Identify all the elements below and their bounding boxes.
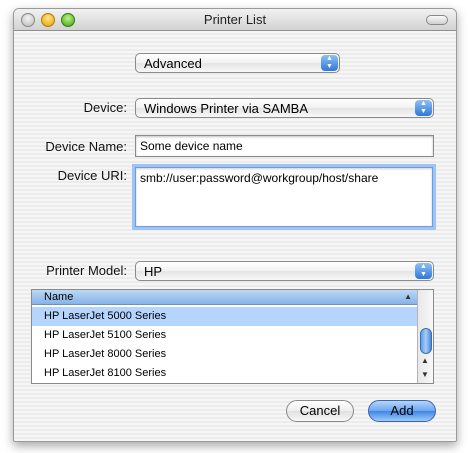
scroll-down-arrow-icon[interactable]: ▼ — [421, 370, 429, 379]
sort-ascending-icon: ▲ — [404, 292, 412, 301]
device-uri-label: Device URI: — [57, 168, 127, 183]
list-item[interactable]: HP LaserJet 8000 Series — [32, 345, 418, 364]
popup-arrows-icon: ▲ ▼ — [321, 55, 338, 71]
printer-list-window: Printer List Advanced ▲ ▼ Device: Windows… — [13, 8, 457, 442]
list-item[interactable]: HP LaserJet 5100 Series — [32, 326, 418, 345]
list-item-label: HP LaserJet 5100 Series — [44, 329, 167, 341]
list-item[interactable]: HP LaserJet 5000 Series — [32, 307, 418, 326]
column-header-label: Name — [44, 291, 74, 303]
list-scrollbar[interactable]: ▲ ▼ — [417, 290, 433, 383]
device-popup[interactable]: Windows Printer via SAMBA ▲ ▼ — [135, 98, 434, 118]
name-column-header[interactable]: Name ▲ — [32, 290, 418, 305]
popup-arrows-icon: ▲ ▼ — [415, 100, 432, 116]
mode-popup-value: Advanced — [144, 56, 202, 71]
printer-model-popup[interactable]: HP ▲ ▼ — [135, 261, 434, 281]
list-item[interactable]: HP LaserJet 8100 Series — [32, 364, 418, 383]
cancel-button[interactable]: Cancel — [286, 400, 354, 422]
scroll-thumb[interactable] — [420, 328, 432, 354]
toolbar-toggle-button[interactable] — [426, 15, 448, 25]
device-uri-field[interactable]: smb://user:password@workgroup/host/share — [135, 167, 433, 227]
scroll-up-arrow-icon[interactable]: ▲ — [421, 356, 429, 365]
window-title: Printer List — [203, 12, 267, 27]
printer-model-list[interactable]: Name ▲ HP LaserJet 5000 Series HP LaserJ… — [31, 289, 434, 384]
device-label: Device: — [83, 100, 127, 115]
device-name-label: Device Name: — [45, 139, 127, 154]
list-item-label: HP LaserJet 8000 Series — [44, 348, 167, 360]
mode-popup[interactable]: Advanced ▲ ▼ — [135, 53, 340, 73]
device-popup-value: Windows Printer via SAMBA — [144, 101, 308, 116]
title-bar[interactable]: Printer List — [14, 9, 456, 31]
printer-model-popup-value: HP — [144, 264, 163, 279]
printer-model-label: Printer Model: — [46, 263, 127, 278]
device-name-field[interactable]: Some device name — [135, 135, 434, 157]
popup-arrows-icon: ▲ ▼ — [415, 263, 432, 279]
list-item-label: HP LaserJet 5000 Series — [44, 310, 167, 322]
add-button[interactable]: Add — [368, 400, 436, 422]
list-item-label: HP LaserJet 8100 Series — [44, 367, 167, 379]
